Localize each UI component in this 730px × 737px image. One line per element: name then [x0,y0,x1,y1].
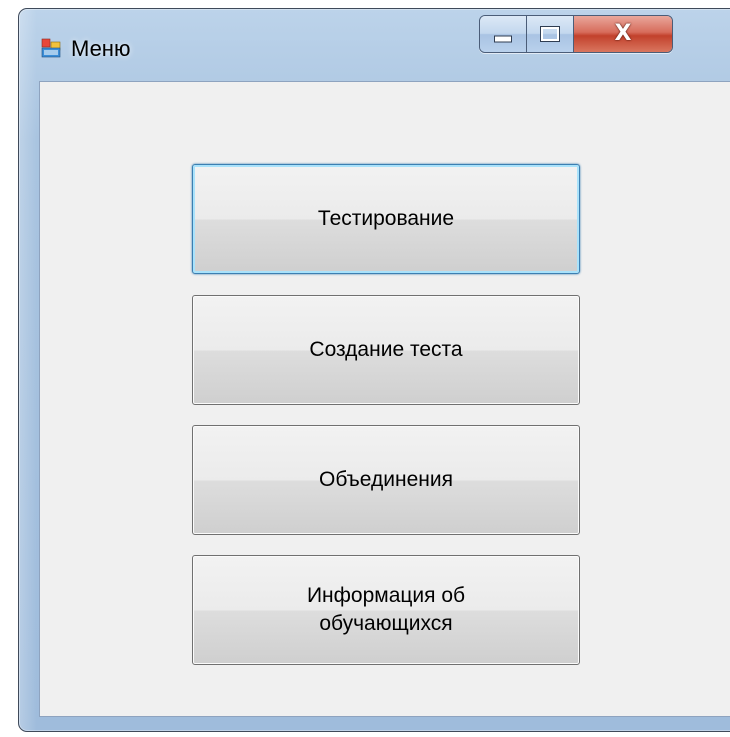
window-title: Меню [71,36,131,61]
maximize-button[interactable] [527,16,574,52]
close-icon: X [614,21,632,46]
associations-button-label: Объединения [319,468,453,491]
create-test-button-label: Создание теста [309,338,463,361]
student-info-button-label: Информация об обучающихся [306,584,466,635]
testing-button-label: Тестирование [317,207,455,230]
create-test-button[interactable]: Создание теста [192,295,580,405]
minimize-icon [494,35,512,43]
associations-button[interactable]: Объединения [192,425,580,535]
testing-button[interactable]: Тестирование [192,164,580,274]
close-button[interactable]: X [574,16,672,52]
minimize-button[interactable] [480,16,527,52]
main-window: Меню X Тестирование Создание теста Объед… [18,8,730,732]
window-controls: X [479,15,673,53]
student-info-button[interactable]: Информация об обучающихся [192,555,580,665]
app-window-icon [41,38,61,58]
title-bar[interactable]: Меню X [19,9,730,79]
maximize-icon [540,26,560,42]
client-area: Тестирование Создание теста Объединения … [39,81,730,717]
